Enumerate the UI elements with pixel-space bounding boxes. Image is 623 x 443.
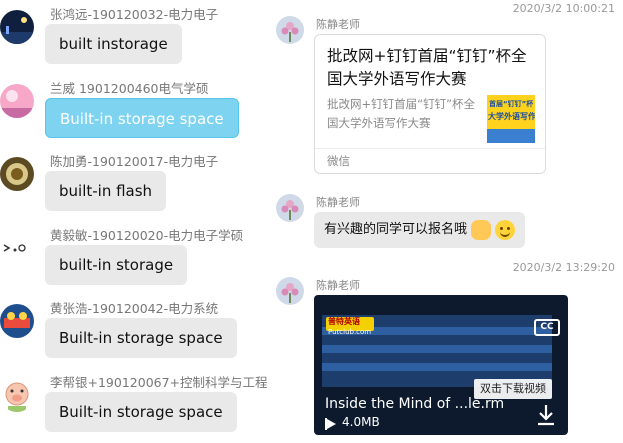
thumbnail-caption: 大学外语写作 — [488, 112, 535, 121]
message-bubble[interactable]: built-in storage — [45, 245, 188, 285]
avatar-cartoon-icon[interactable] — [0, 304, 34, 338]
avatar-flower-icon[interactable] — [276, 16, 304, 44]
download-icon[interactable] — [536, 403, 556, 427]
video-message[interactable]: 普特英语 Putclub.com CC 双击下载视频 Inside the Mi… — [314, 295, 568, 435]
play-icon[interactable] — [327, 419, 336, 429]
brand-site: Putclub.com — [328, 328, 372, 336]
smile-emoji-icon — [495, 219, 516, 240]
message-bubble[interactable]: Built-in storage space — [45, 392, 237, 432]
sender-name: 陈静老师 — [316, 279, 360, 292]
sender-name: 陈加勇-190120017-电力电子 — [50, 154, 219, 169]
fist-emoji-icon — [471, 219, 492, 240]
avatar-flower-icon[interactable] — [276, 277, 304, 305]
brand-name: 普特英语 — [328, 317, 360, 326]
thumbnail-caption: 首届“钉钉”杯 — [489, 100, 534, 108]
sender-name: 李帮银+190120067+控制科学与工程 — [50, 375, 268, 390]
message-text: 有兴趣的同学可以报名哦 — [324, 222, 468, 237]
avatar-night-scene-icon[interactable] — [0, 10, 34, 44]
link-card-thumbnail: 首届“钉钉”杯 大学外语写作 — [487, 95, 535, 143]
avatar-face-doodle-icon[interactable] — [0, 231, 34, 265]
avatar-pig-icon[interactable] — [0, 378, 34, 412]
sender-name: 陈静老师 — [316, 196, 360, 209]
avatar-flower-icon[interactable] — [276, 194, 304, 222]
sender-name: 兰威 1901200460电气学硕 — [50, 81, 209, 96]
avatar-pink-sky-icon[interactable] — [0, 84, 34, 118]
chat-message: 陈静老师 普特英语 Putclub.com CC 双击下载视频 Inside t… — [272, 277, 623, 443]
link-card-title: 批改网+钉钉首届“钉钉”杯全国大学外语写作大赛 — [327, 47, 527, 88]
right-chat-panel: 2020/3/2 10:00:21 陈静老师 批改网+钉钉首届“钉钉”杯全国大学… — [272, 0, 623, 443]
message-timestamp: 2020/3/2 10:00:21 — [512, 2, 615, 15]
video-file-name: Inside the Mind of ...le.rm — [325, 396, 505, 412]
link-card-source: 微信 — [327, 154, 350, 168]
link-card[interactable]: 批改网+钉钉首届“钉钉”杯全国大学外语写作大赛 批改网+钉钉首届“钉钉”杯全国大… — [314, 34, 546, 174]
message-bubble[interactable]: built-in flash — [45, 171, 167, 211]
sender-name: 陈静老师 — [316, 18, 360, 31]
chat-message: 陈静老师 批改网+钉钉首届“钉钉”杯全国大学外语写作大赛 批改网+钉钉首届“钉钉… — [272, 16, 623, 178]
sender-name: 黄张浩-190120042-电力系统 — [50, 301, 219, 316]
sender-name: 黄毅敏-190120020-电力电子学硕 — [50, 228, 244, 243]
message-bubble-selected[interactable]: Built-in storage space — [45, 98, 239, 138]
left-chat-panel: 张鸿远-190120032-电力电子 built instorage 兰威 19… — [0, 0, 272, 443]
closed-caption-icon: CC — [534, 319, 560, 336]
avatar-coffee-cup-icon[interactable] — [0, 157, 34, 191]
sender-name: 张鸿远-190120032-电力电子 — [50, 7, 219, 22]
divider — [315, 148, 545, 149]
chat-message: 陈静老师 有兴趣的同学可以报名哦 — [272, 194, 623, 254]
message-bubble[interactable]: 有兴趣的同学可以报名哦 — [314, 212, 526, 248]
message-bubble[interactable]: Built-in storage space — [45, 318, 237, 358]
message-bubble[interactable]: built instorage — [45, 24, 182, 64]
message-timestamp: 2020/3/2 13:29:20 — [512, 261, 615, 274]
video-file-size: 4.0MB — [342, 415, 380, 429]
link-card-description: 批改网+钉钉首届“钉钉”杯全国大学外语写作大赛 — [327, 97, 476, 130]
